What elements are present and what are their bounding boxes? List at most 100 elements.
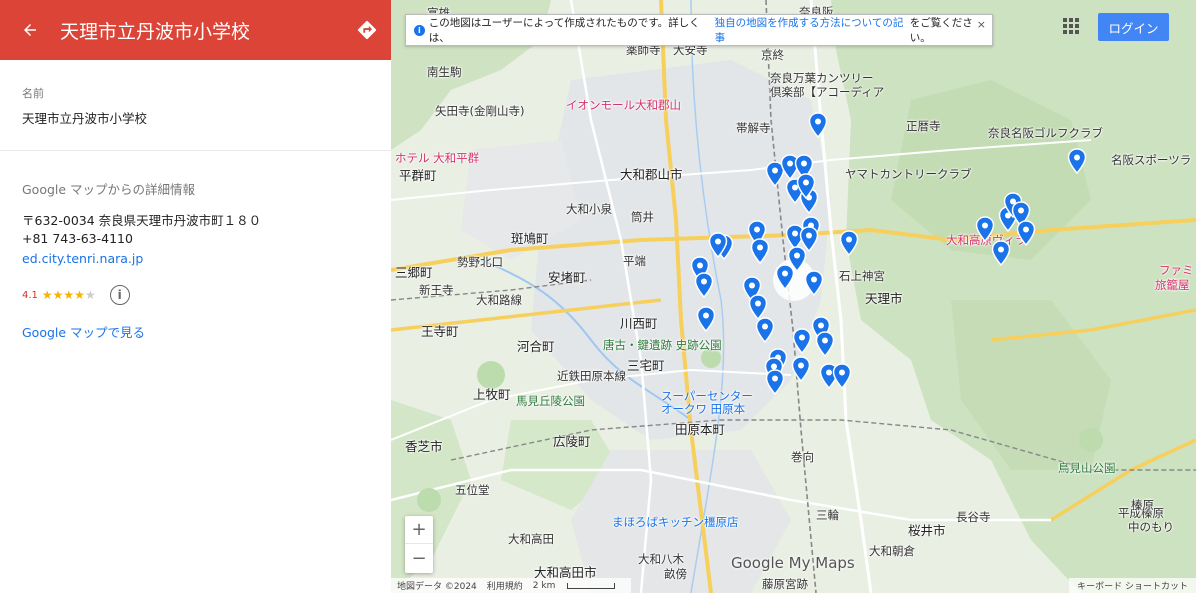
map-marker-icon[interactable] [815, 331, 835, 358]
google-my-maps-logo: Google My Maps [731, 554, 855, 572]
map-marker-icon[interactable] [792, 328, 812, 355]
logo-mymaps: My Maps [783, 554, 855, 572]
place-label: 矢田寺(金剛山寺) [435, 104, 525, 118]
map-marker-icon[interactable] [839, 230, 859, 257]
place-label: 大和朝倉 [869, 544, 915, 558]
scale-label: 2 km [532, 580, 556, 591]
back-arrow-icon [24, 24, 36, 36]
info-icon-glyph: i [117, 288, 122, 302]
place-label: 唐古・鍵遺跡 史跡公園 [603, 338, 722, 352]
place-label: 田原本町 [675, 422, 726, 437]
map-marker-icon[interactable] [765, 369, 785, 396]
place-label: 天理市 [865, 291, 903, 306]
address-text: 〒632-0034 奈良県天理市丹波市町１８０ [22, 213, 262, 228]
place-label: 大和路線 [476, 293, 522, 307]
place-label: 安堵町 [548, 270, 586, 285]
place-label: 旅籠屋 [1155, 278, 1190, 292]
place-label: オークワ 田原本 [661, 402, 746, 416]
name-section: 名前 天理市立丹波市小学校 [0, 60, 391, 151]
place-label: 筒井 [631, 210, 654, 224]
map-marker-icon[interactable] [696, 306, 716, 333]
login-button[interactable]: ログイン [1098, 13, 1169, 41]
map-marker-icon[interactable] [832, 363, 852, 390]
info-icon: i [414, 24, 425, 36]
map-marker-icon[interactable] [694, 272, 714, 299]
panel-title: 天理市立丹波市小学校 [60, 20, 251, 43]
panel-header: 天理市立丹波市小学校 [0, 0, 391, 60]
app-root: 天理市立丹波市小学校 名前 天理市立丹波市小学校 Google マップからの詳細… [0, 0, 1196, 593]
place-label: ファミ [1159, 263, 1194, 277]
map-marker-icon[interactable] [1016, 220, 1036, 247]
details-section: Google マップからの詳細情報 〒632-0034 奈良県天理市丹波市町１８… [0, 151, 391, 341]
map-marker-icon[interactable] [1067, 148, 1087, 175]
place-label: 王寺町 [421, 324, 459, 339]
terms-link[interactable]: 利用規約 [487, 579, 523, 592]
close-icon[interactable]: × [977, 18, 986, 31]
place-label: 香芝市 [405, 439, 443, 454]
place-label: 倶楽部【アコーディア [770, 85, 885, 99]
stars-empty: ★ [84, 288, 96, 302]
map-marker-icon[interactable] [808, 112, 828, 139]
apps-grid-icon[interactable] [1063, 18, 1079, 34]
place-label: 川西町 [620, 316, 658, 331]
directions-icon [357, 20, 377, 40]
place-label: 三輪 [816, 508, 839, 522]
map-marker-icon[interactable] [991, 240, 1011, 267]
zoom-controls: + − [405, 516, 433, 573]
place-label: ヤマトカントリークラブ [845, 167, 972, 181]
map-marker-icon[interactable] [791, 356, 811, 383]
map-marker-icon[interactable] [708, 232, 728, 259]
place-label: 新王寺 [419, 283, 454, 297]
place-label: 鳥見山公園 [1058, 461, 1116, 475]
zoom-out-button[interactable]: − [405, 544, 433, 572]
place-label: 名阪スポーツラ [1111, 153, 1192, 167]
logo-google: Google [731, 554, 784, 572]
notice-link[interactable]: 独自の地図を作成する方法についての記事 [715, 15, 910, 45]
place-label: 石上神宮 [839, 269, 885, 283]
view-in-google-maps-link[interactable]: Google マップで見る [22, 322, 145, 341]
place-label: 平端 [623, 254, 646, 268]
place-label: 大和郡山市 [620, 167, 683, 182]
place-label: 中のもり [1128, 520, 1174, 534]
map-marker-icon[interactable] [804, 270, 824, 297]
place-label: 河合町 [517, 339, 555, 354]
place-label: 平群町 [399, 168, 437, 183]
details-heading: Google マップからの詳細情報 [22, 182, 196, 197]
place-label: 榛原 [1131, 498, 1154, 512]
map-marker-icon[interactable] [750, 238, 770, 265]
info-icon[interactable]: i [109, 285, 130, 305]
place-label: 勢野北口 [457, 255, 503, 269]
name-label: 名前 [22, 87, 44, 100]
website-link[interactable]: ed.city.tenri.nara.jp [22, 250, 143, 268]
place-label: 南生駒 [427, 65, 462, 79]
place-label: 馬見丘陵公園 [516, 394, 585, 408]
map-marker-icon[interactable] [755, 317, 775, 344]
place-label: 五位堂 [455, 483, 490, 497]
map-marker-icon[interactable] [975, 216, 995, 243]
map-marker-icon[interactable] [775, 264, 795, 291]
place-label: 大和高田 [508, 532, 554, 546]
place-label: 三郷町 [395, 265, 433, 280]
place-label: 巻向 [791, 450, 814, 464]
map-marker-icon[interactable] [796, 173, 816, 200]
map-data-attribution: 地図データ ©2024 [397, 582, 477, 592]
place-label: ホテル 大和平群 [395, 151, 480, 165]
back-button[interactable] [0, 0, 60, 60]
zoom-in-button[interactable]: + [405, 516, 433, 544]
place-label: イオンモール大和郡山 [566, 98, 681, 112]
rating-row: 4.1 ★★★★★ i [22, 284, 369, 306]
stars-filled: ★★★★ [41, 288, 85, 302]
place-label: 帯解寺 [736, 121, 771, 135]
user-map-notice: i この地図はユーザーによって作成されたものです。詳しくは、 独自の地図を作成す… [405, 14, 993, 46]
map-canvas[interactable]: 大和郡山市 天理市 川西町 三宅町 田原本町 平群町 斑鳩町 安堵町 河合町 上… [391, 0, 1196, 593]
place-details-panel: 天理市立丹波市小学校 名前 天理市立丹波市小学校 Google マップからの詳細… [0, 0, 391, 593]
rating-stars: ★★★★★ [42, 288, 96, 302]
name-value: 天理市立丹波市小学校 [22, 111, 148, 126]
directions-button[interactable] [343, 0, 391, 60]
place-label: 広陵町 [553, 434, 591, 449]
place-label: 大和八木 [638, 552, 684, 566]
place-label: 藤原宮跡 [762, 577, 808, 591]
place-label: 三宅町 [627, 358, 665, 373]
keyboard-shortcuts-link[interactable]: キーボード ショートカット [1069, 578, 1196, 593]
rating-value: 4.1 [22, 289, 38, 301]
